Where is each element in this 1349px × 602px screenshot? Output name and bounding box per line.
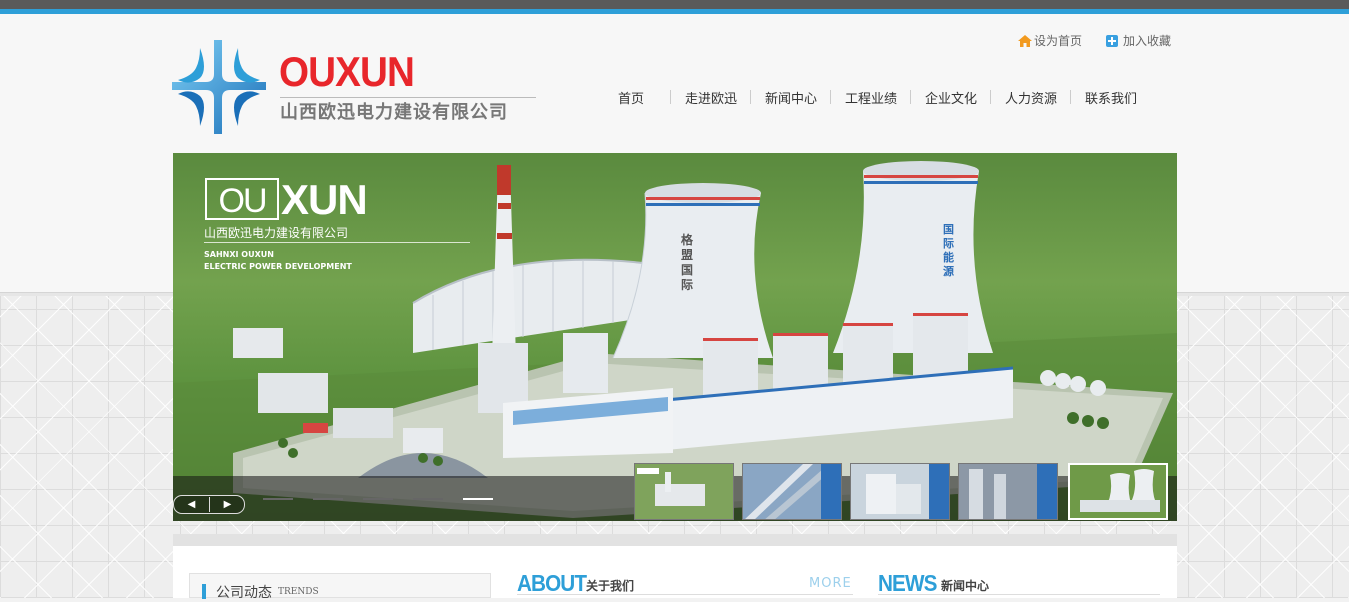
nav-item-contact[interactable]: 联系我们: [1071, 88, 1151, 107]
set-homepage-link[interactable]: 设为首页: [1034, 32, 1082, 49]
news-divider: [878, 594, 1160, 595]
slider-dot[interactable]: [313, 498, 343, 500]
site-logo[interactable]: OUXUN 山西欧迅电力建设有限公司: [172, 38, 542, 136]
about-divider: [517, 594, 853, 595]
about-more-link[interactable]: MORE: [809, 576, 852, 591]
tower-sign-right: 国际能源: [943, 223, 954, 278]
banner-company-name: 山西欧迅电力建设有限公司: [204, 226, 349, 240]
slider-next-button[interactable]: ▶: [210, 496, 245, 513]
about-heading-cn: 关于我们: [586, 579, 635, 593]
nav-item-culture[interactable]: 企业文化: [911, 88, 991, 107]
logo-chinese-name: 山西欧迅电力建设有限公司: [280, 102, 508, 123]
add-bookmark-link[interactable]: 加入收藏: [1123, 32, 1171, 49]
news-heading-cn: 新闻中心: [941, 579, 990, 593]
top-dark-bar: [0, 0, 1349, 9]
banner-english-line-2: ELECTRIC POWER DEVELOPMENT: [204, 262, 352, 271]
tower-sign-left: 格盟国际: [681, 233, 694, 292]
banner-english-line-1: SAHNXI OUXUN: [204, 250, 274, 259]
banner-logo-ou: OU: [205, 178, 279, 220]
trends-marker: [202, 584, 206, 599]
add-bookmark-icon: [1106, 35, 1118, 47]
slide-thumbnail-active[interactable]: [1068, 463, 1168, 520]
news-heading-en: NEWS: [878, 570, 937, 596]
nav-item-home[interactable]: 首页: [591, 88, 671, 107]
slider-dot[interactable]: [263, 498, 293, 500]
logo-english-name: OUXUN: [279, 48, 415, 95]
content-top-strip: [173, 534, 1177, 546]
slider-prev-button[interactable]: ◀: [174, 496, 209, 513]
slider-arrows: ◀ ▶: [173, 495, 245, 514]
nav-item-projects[interactable]: 工程业绩: [831, 88, 911, 107]
slide-thumbnail[interactable]: [634, 463, 734, 520]
banner-logo-xun: XUN: [281, 176, 368, 223]
nav-item-hr[interactable]: 人力资源: [991, 88, 1071, 107]
slide-thumbnail[interactable]: [958, 463, 1058, 520]
about-heading-en: ABOUT: [517, 570, 587, 596]
nav-item-about[interactable]: 走进欧迅: [671, 88, 751, 107]
slider-dot[interactable]: [413, 498, 443, 500]
slide-thumbnail[interactable]: [850, 463, 950, 520]
slider-dot-active[interactable]: [463, 498, 493, 500]
logo-cross-icon: [172, 40, 266, 134]
banner-divider: [204, 242, 470, 243]
home-icon: [1018, 35, 1032, 47]
nav-item-news[interactable]: 新闻中心: [751, 88, 831, 107]
slider-dot[interactable]: [363, 498, 393, 500]
trends-subtitle: TRENDS: [278, 587, 319, 597]
trends-title: 公司动态: [216, 585, 272, 601]
slide-thumbnail[interactable]: [742, 463, 842, 520]
hero-banner[interactable]: OU XUN 山西欧迅电力建设有限公司 SAHNXI OUXUN ELECTRI…: [173, 153, 1177, 521]
trends-panel-header: 公司动态 TRENDS: [189, 573, 491, 601]
